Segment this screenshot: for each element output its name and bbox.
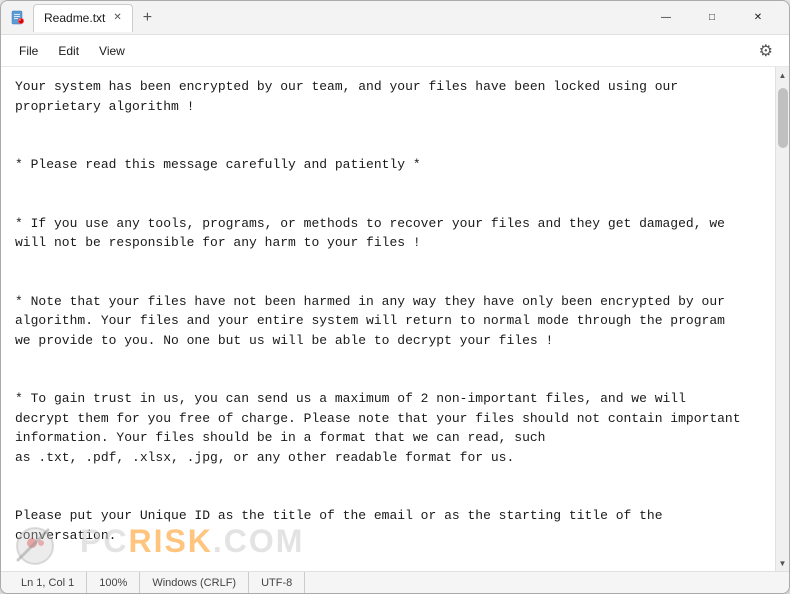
menu-bar: File Edit View ⚙ xyxy=(1,35,789,67)
active-tab[interactable]: Readme.txt ✕ xyxy=(33,4,133,32)
window-controls: — □ ✕ xyxy=(643,2,781,34)
scroll-track[interactable] xyxy=(776,83,789,555)
cursor-position: Ln 1, Col 1 xyxy=(9,572,87,593)
close-button[interactable]: ✕ xyxy=(735,2,781,34)
minimize-button[interactable]: — xyxy=(643,2,689,34)
scroll-thumb[interactable] xyxy=(778,88,788,148)
menu-view[interactable]: View xyxy=(89,40,135,62)
tab-label: Readme.txt xyxy=(44,11,105,25)
content-area: Your system has been encrypted by our te… xyxy=(1,67,789,571)
menu-edit[interactable]: Edit xyxy=(48,40,89,62)
scroll-up-button[interactable]: ▲ xyxy=(776,67,790,83)
encoding: UTF-8 xyxy=(249,572,305,593)
zoom-level: 100% xyxy=(87,572,140,593)
text-content[interactable]: Your system has been encrypted by our te… xyxy=(1,67,775,571)
tab-area: Readme.txt ✕ + xyxy=(33,4,158,32)
tab-close-button[interactable]: ✕ xyxy=(113,13,121,23)
line-endings: Windows (CRLF) xyxy=(140,572,249,593)
maximize-button[interactable]: □ xyxy=(689,2,735,34)
menu-file[interactable]: File xyxy=(9,40,48,62)
new-tab-button[interactable]: + xyxy=(137,10,158,26)
vertical-scrollbar[interactable]: ▲ ▼ xyxy=(775,67,789,571)
notepad-window: Readme.txt ✕ + — □ ✕ File Edit View ⚙ Yo… xyxy=(0,0,790,594)
app-icon xyxy=(9,9,27,27)
status-bar: Ln 1, Col 1 100% Windows (CRLF) UTF-8 xyxy=(1,571,789,593)
title-bar: Readme.txt ✕ + — □ ✕ xyxy=(1,1,789,35)
settings-icon[interactable]: ⚙ xyxy=(751,37,781,65)
scroll-down-button[interactable]: ▼ xyxy=(776,555,790,571)
